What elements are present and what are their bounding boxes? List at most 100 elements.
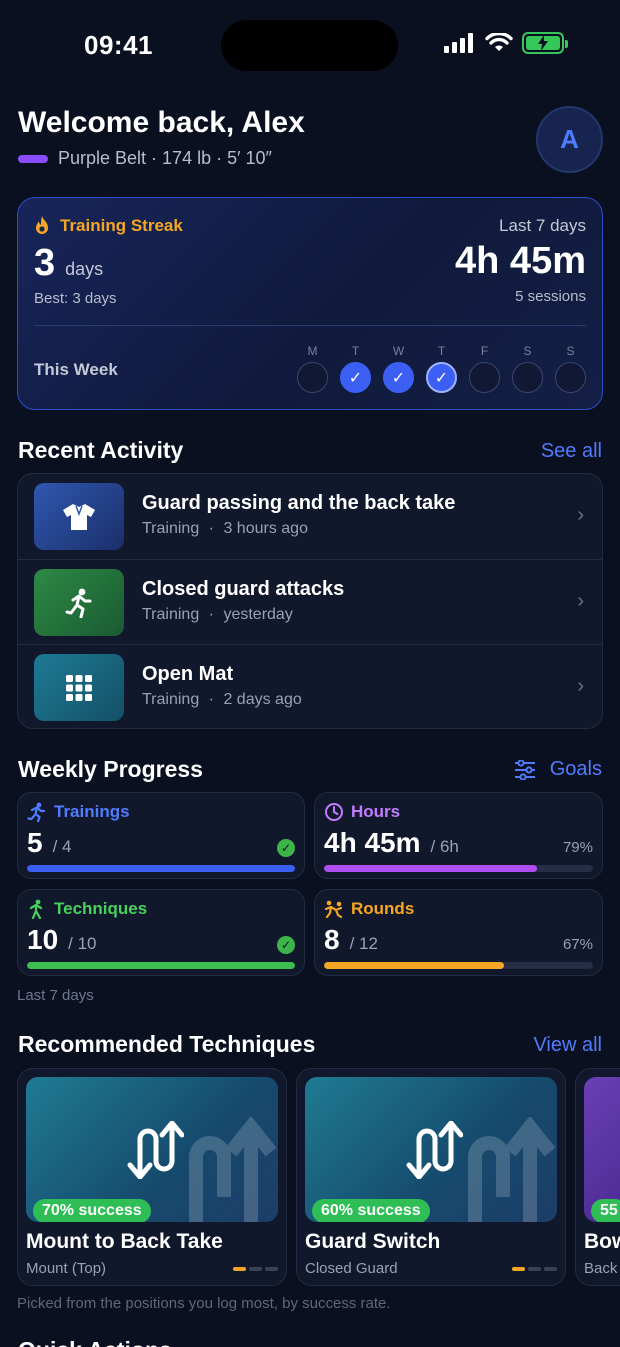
techniques-progress-bar	[27, 962, 295, 969]
technique-name: Bow	[584, 1230, 620, 1253]
technique-card[interactable]: 70% success Mount to Back Take Mount (To…	[17, 1068, 287, 1286]
week-day: T ✓	[340, 344, 371, 393]
trainings-progress-bar	[27, 865, 295, 872]
day-indicator	[297, 362, 328, 393]
trainings-label: Trainings	[54, 802, 130, 821]
activity-title: Open Mat	[142, 663, 234, 685]
week-day: T ✓	[426, 344, 457, 393]
goals-button[interactable]: Goals	[514, 758, 602, 781]
activity-meta: Training · 3 hours ago	[142, 520, 308, 537]
week-day: F	[469, 344, 500, 393]
running-icon	[27, 802, 46, 822]
chevron-right-icon: ›	[577, 675, 584, 697]
period-label: Last 7 days	[499, 216, 586, 235]
technique-position: Closed Guard	[305, 1260, 398, 1277]
running-icon	[34, 569, 124, 636]
flame-icon	[36, 216, 48, 234]
check-circle-icon: ✓	[277, 936, 295, 954]
streak-number: 3	[34, 242, 56, 284]
day-indicator	[555, 362, 586, 393]
figure-icon	[29, 899, 43, 919]
techniques-value: 10 / 10	[27, 924, 97, 955]
session-count: 5 sessions	[515, 288, 586, 305]
checkmark-icon: ✓	[426, 362, 457, 393]
chevron-right-icon: ›	[577, 590, 584, 612]
decorative-arrow-icon	[189, 1117, 277, 1222]
goals-label: Goals	[549, 758, 602, 780]
rounds-progress-card[interactable]: Rounds 8 / 12 67%	[314, 889, 603, 976]
wifi-icon	[485, 33, 513, 51]
difficulty-indicator	[512, 1267, 557, 1271]
hours-percent: 79%	[562, 839, 593, 856]
status-icons	[444, 32, 568, 54]
clock-icon	[325, 803, 343, 821]
week-day: S	[512, 344, 543, 393]
hours-label: Hours	[351, 802, 401, 821]
dynamic-island	[221, 20, 398, 71]
activity-title: Guard passing and the back take	[142, 492, 456, 514]
rounds-percent: 67%	[562, 936, 593, 953]
gi-icon	[34, 483, 124, 550]
activity-row[interactable]: Open Mat Training · 2 days ago ›	[18, 644, 602, 728]
week-day: W ✓	[383, 344, 414, 393]
view-all-link[interactable]: View all	[533, 1034, 602, 1057]
status-time: 09:41	[84, 30, 153, 60]
chevron-right-icon: ›	[577, 504, 584, 526]
battery-icon	[522, 32, 568, 54]
profile-summary: Purple Belt · 174 lb · 5′ 10″	[18, 148, 272, 169]
rounds-progress-bar	[324, 962, 593, 969]
hours-progress-bar	[324, 865, 593, 872]
trainings-progress-card[interactable]: Trainings 5 / 4 ✓	[17, 792, 305, 879]
techniques-footnote: Picked from the positions you log most, …	[17, 1295, 391, 1312]
streak-best: Best: 3 days	[34, 290, 117, 307]
activity-title: Closed guard attacks	[142, 578, 345, 600]
success-rate-badge: 60% success	[312, 1199, 430, 1222]
streak-count: 3 days	[34, 242, 103, 285]
trainings-value: 5 / 4	[27, 827, 72, 858]
week-day: S	[555, 344, 586, 393]
hours-value: 4h 45m / 6h	[324, 827, 459, 858]
welcome-title: Welcome back, Alex	[18, 106, 305, 139]
weekly-progress-title: Weekly Progress	[18, 756, 203, 782]
success-rate-badge: 55	[591, 1199, 620, 1222]
hours-progress-card[interactable]: Hours 4h 45m / 6h 79%	[314, 792, 603, 879]
cellular-signal-icon	[444, 33, 473, 53]
check-circle-icon: ✓	[277, 839, 295, 857]
difficulty-indicator	[233, 1267, 278, 1271]
total-training-time: 4h 45m	[455, 240, 586, 282]
avatar[interactable]: A	[536, 106, 603, 173]
technique-position: Back	[584, 1260, 618, 1277]
success-rate-badge: 70% success	[33, 1199, 151, 1222]
recommended-techniques-title: Recommended Techniques	[18, 1031, 316, 1057]
profile-details: Purple Belt · 174 lb · 5′ 10″	[58, 148, 272, 168]
checkmark-icon: ✓	[383, 362, 414, 393]
see-all-link[interactable]: See all	[541, 440, 602, 463]
activity-meta: Training · yesterday	[142, 606, 293, 623]
this-week-label: This Week	[34, 360, 118, 379]
activity-meta: Training · 2 days ago	[142, 691, 302, 708]
day-indicator	[512, 362, 543, 393]
belt-color-indicator	[18, 154, 48, 163]
rounds-value: 8 / 12	[324, 924, 378, 955]
activity-row[interactable]: Closed guard attacks Training · yesterda…	[18, 559, 602, 644]
quick-actions-title: Quick Actions	[18, 1337, 172, 1347]
techniques-label: Techniques	[54, 899, 148, 918]
weekly-progress-footnote: Last 7 days	[17, 987, 94, 1004]
technique-name: Guard Switch	[305, 1230, 441, 1253]
rounds-label: Rounds	[351, 899, 415, 918]
activity-row[interactable]: Guard passing and the back take Training…	[18, 474, 602, 559]
checkmark-icon: ✓	[340, 362, 371, 393]
sliders-icon	[514, 759, 535, 780]
technique-card[interactable]: 60% success Guard Switch Closed Guard	[296, 1068, 566, 1286]
technique-thumbnail: 60% success	[305, 1077, 557, 1222]
week-day-tracker: M T ✓ W ✓ T ✓ F S S	[297, 344, 586, 393]
techniques-progress-card[interactable]: Techniques 10 / 10 ✓	[17, 889, 305, 976]
technique-name: Mount to Back Take	[26, 1230, 223, 1253]
day-indicator	[469, 362, 500, 393]
technique-position: Mount (Top)	[26, 1260, 107, 1277]
activity-list: Guard passing and the back take Training…	[17, 473, 603, 729]
wrestling-icon	[324, 900, 343, 919]
technique-card[interactable]: 55 Bow Back	[575, 1068, 620, 1286]
training-streak-card[interactable]: Training Streak 3 days Best: 3 days Last…	[17, 197, 603, 410]
streak-title: Training Streak	[34, 216, 183, 236]
